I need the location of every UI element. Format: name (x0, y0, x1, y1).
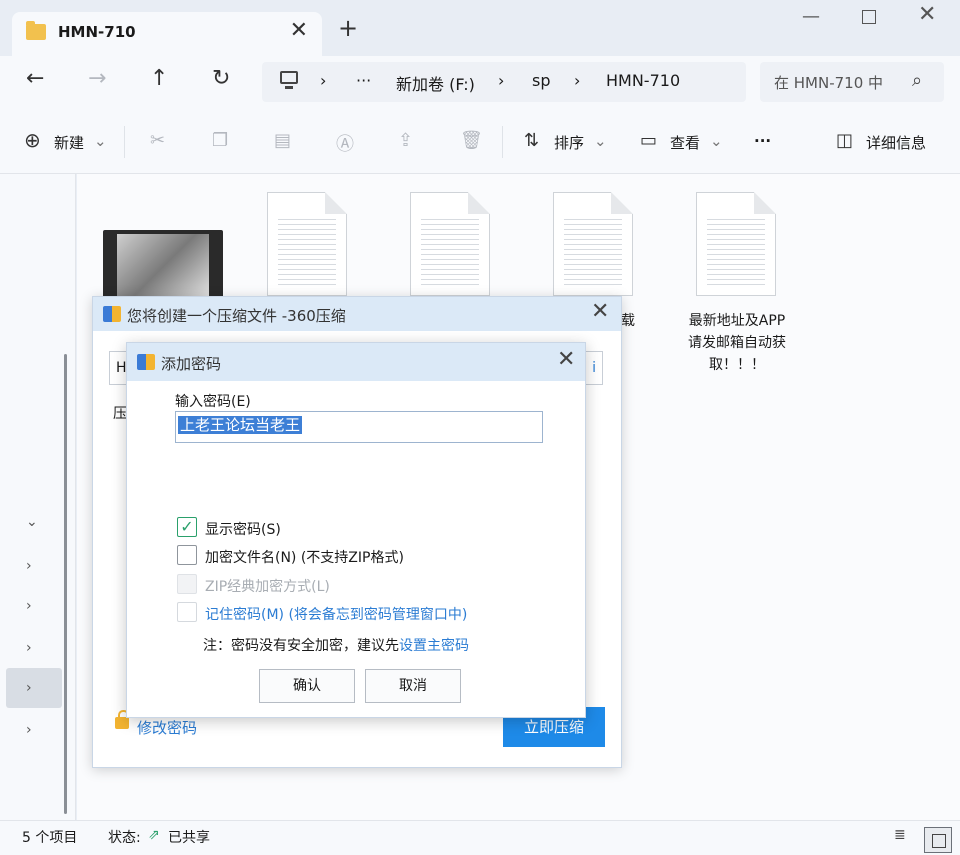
divider (124, 126, 125, 158)
forward-button[interactable]: → (88, 66, 106, 91)
divider (502, 126, 503, 158)
share-icon[interactable]: ⇪ (398, 130, 413, 151)
tab-hmn-710[interactable]: HMN-710 ✕ (12, 12, 322, 56)
remember-password-checkbox[interactable] (177, 602, 197, 622)
new-button[interactable]: 新建 (54, 132, 84, 153)
plus-circle-icon: ⊕ (24, 128, 41, 152)
set-master-password-link[interactable]: 设置主密码 (399, 638, 469, 654)
folder-icon (26, 21, 46, 40)
search-icon: ⌕ (912, 70, 923, 91)
app-360-icon (137, 354, 155, 370)
chevron-down-icon: ⌄ (594, 132, 607, 150)
lock-icon (115, 710, 129, 729)
close-icon[interactable]: ✕ (557, 347, 575, 372)
rename-icon[interactable]: Ⓐ (336, 130, 354, 156)
video-file-thumbnail[interactable] (103, 230, 223, 304)
item-count: 5 个项目 (22, 830, 78, 846)
address-bar-row: ← → ↑ ↻ › ··· 新加卷 (F:) › sp › HMN-710 在 … (0, 56, 960, 112)
cut-icon[interactable]: ✂ (150, 130, 165, 151)
compress-dialog-title: 您将创建一个压缩文件 -360压缩 (127, 307, 346, 325)
remember-password-label: 记住密码(M) (将会备忘到密码管理窗口中) (205, 607, 468, 623)
details-button[interactable]: 详细信息 (866, 132, 926, 153)
file-name[interactable]: 最新地址及APP 请发邮箱自动获 取！！！ (667, 310, 807, 376)
text-file-icon[interactable] (410, 192, 490, 296)
show-password-checkbox[interactable]: ✓ (177, 517, 197, 537)
compress-dialog-header: 您将创建一个压缩文件 -360压缩 ✕ (93, 297, 621, 331)
password-input[interactable]: 上老王论坛当老王 (175, 411, 543, 443)
text-file-icon[interactable] (696, 192, 776, 296)
computer-icon (280, 71, 298, 89)
app-360-icon (103, 306, 121, 322)
delete-icon[interactable]: 🗑 (460, 130, 483, 151)
archive-path-suffix: i (592, 360, 596, 376)
show-password-label: 显示密码(S) (205, 522, 281, 538)
back-button[interactable]: ← (26, 66, 44, 91)
new-tab-button[interactable]: + (338, 14, 358, 42)
encrypt-filenames-checkbox[interactable] (177, 545, 197, 565)
share-status: 已共享 (168, 830, 210, 846)
security-note: 注：密码没有安全加密，建议先设置主密码 (203, 635, 469, 655)
text-file-icon[interactable] (267, 192, 347, 296)
chevron-right-icon[interactable]: › (26, 640, 32, 656)
sidebar-selected-item[interactable] (6, 668, 62, 708)
breadcrumb-sp[interactable]: sp (532, 71, 551, 90)
status-label: 状态: (108, 830, 141, 846)
chevron-right-icon[interactable]: › (26, 680, 32, 696)
breadcrumb-drive[interactable]: 新加卷 (F:) (396, 71, 475, 95)
sidebar-scrollbar[interactable] (64, 354, 67, 814)
chevron-right-icon[interactable]: › (26, 598, 32, 614)
password-dialog-title: 添加密码 (161, 355, 222, 373)
add-password-dialog: 添加密码 ✕ 输入密码(E) 上老王论坛当老王 ✓ 显示密码(S) 加密文件名(… (126, 342, 586, 718)
view-button[interactable]: 查看 (670, 132, 700, 153)
tab-title: HMN-710 (58, 23, 136, 41)
copy-icon[interactable]: ❐ (212, 130, 228, 151)
sort-icon: ⇅ (524, 130, 540, 151)
minimize-button[interactable]: — (802, 6, 820, 27)
breadcrumb-current[interactable]: HMN-710 (606, 71, 680, 90)
chevron-right-icon[interactable]: › (26, 558, 32, 574)
breadcrumb-overflow[interactable]: ··· (356, 71, 371, 90)
search-placeholder: 在 HMN-710 中 (774, 74, 884, 92)
compress-label: 压 (113, 406, 127, 422)
search-input[interactable]: 在 HMN-710 中 ⌕ (760, 62, 944, 102)
breadcrumb-separator: › (574, 71, 581, 90)
sort-button[interactable]: 排序 (554, 132, 584, 153)
breadcrumb-separator: › (498, 71, 505, 90)
chevron-down-icon: ⌄ (94, 132, 107, 150)
title-bar: HMN-710 ✕ + — ✕ (0, 0, 960, 56)
details-pane-icon: ◫ (836, 130, 854, 151)
grid-view-icon[interactable] (924, 827, 952, 853)
up-button[interactable]: ↑ (150, 66, 168, 91)
shared-icon: ⇗ (148, 827, 160, 843)
address-field[interactable]: › ··· 新加卷 (F:) › sp › HMN-710 (262, 62, 746, 102)
command-toolbar: ⊕ 新建 ⌄ ✂ ❐ ▤ Ⓐ ⇪ 🗑 ⇅ 排序 ⌄ ▭ 查看 ⌄ ··· ◫ 详… (0, 112, 960, 174)
zip-classic-label: ZIP经典加密方式(L) (205, 579, 330, 595)
maximize-button[interactable] (862, 10, 876, 24)
breadcrumb-separator: › (320, 71, 327, 90)
encrypt-filenames-label: 加密文件名(N) (不支持ZIP格式) (205, 550, 404, 566)
chevron-right-icon[interactable]: › (26, 722, 32, 738)
list-view-icon[interactable]: ≣ (894, 827, 906, 843)
navigation-pane: ⌄ › › › › › (0, 174, 76, 820)
paste-icon[interactable]: ▤ (274, 130, 291, 151)
text-file-icon[interactable] (553, 192, 633, 296)
status-bar: 5 个项目 状态: ⇗ 已共享 ≣ (0, 820, 960, 855)
password-dialog-header: 添加密码 ✕ (127, 343, 585, 381)
cancel-button[interactable]: 取消 (365, 669, 461, 703)
more-options-button[interactable]: ··· (754, 132, 771, 150)
chevron-down-icon: ⌄ (710, 132, 723, 150)
window-close-button[interactable]: ✕ (918, 2, 936, 27)
close-icon[interactable]: ✕ (591, 299, 609, 324)
confirm-button[interactable]: 确认 (259, 669, 355, 703)
modify-password-link[interactable]: 修改密码 (137, 717, 197, 738)
tab-close-icon[interactable]: ✕ (290, 18, 308, 43)
password-input-label: 输入密码(E) (175, 394, 251, 410)
view-icon: ▭ (640, 130, 658, 151)
refresh-button[interactable]: ↻ (212, 66, 230, 91)
archive-path-text: H (116, 360, 127, 376)
chevron-down-icon[interactable]: ⌄ (26, 514, 38, 530)
note-text: 注：密码没有安全加密，建议先 (203, 638, 399, 654)
password-value: 上老王论坛当老王 (178, 416, 303, 434)
zip-classic-checkbox (177, 574, 197, 594)
